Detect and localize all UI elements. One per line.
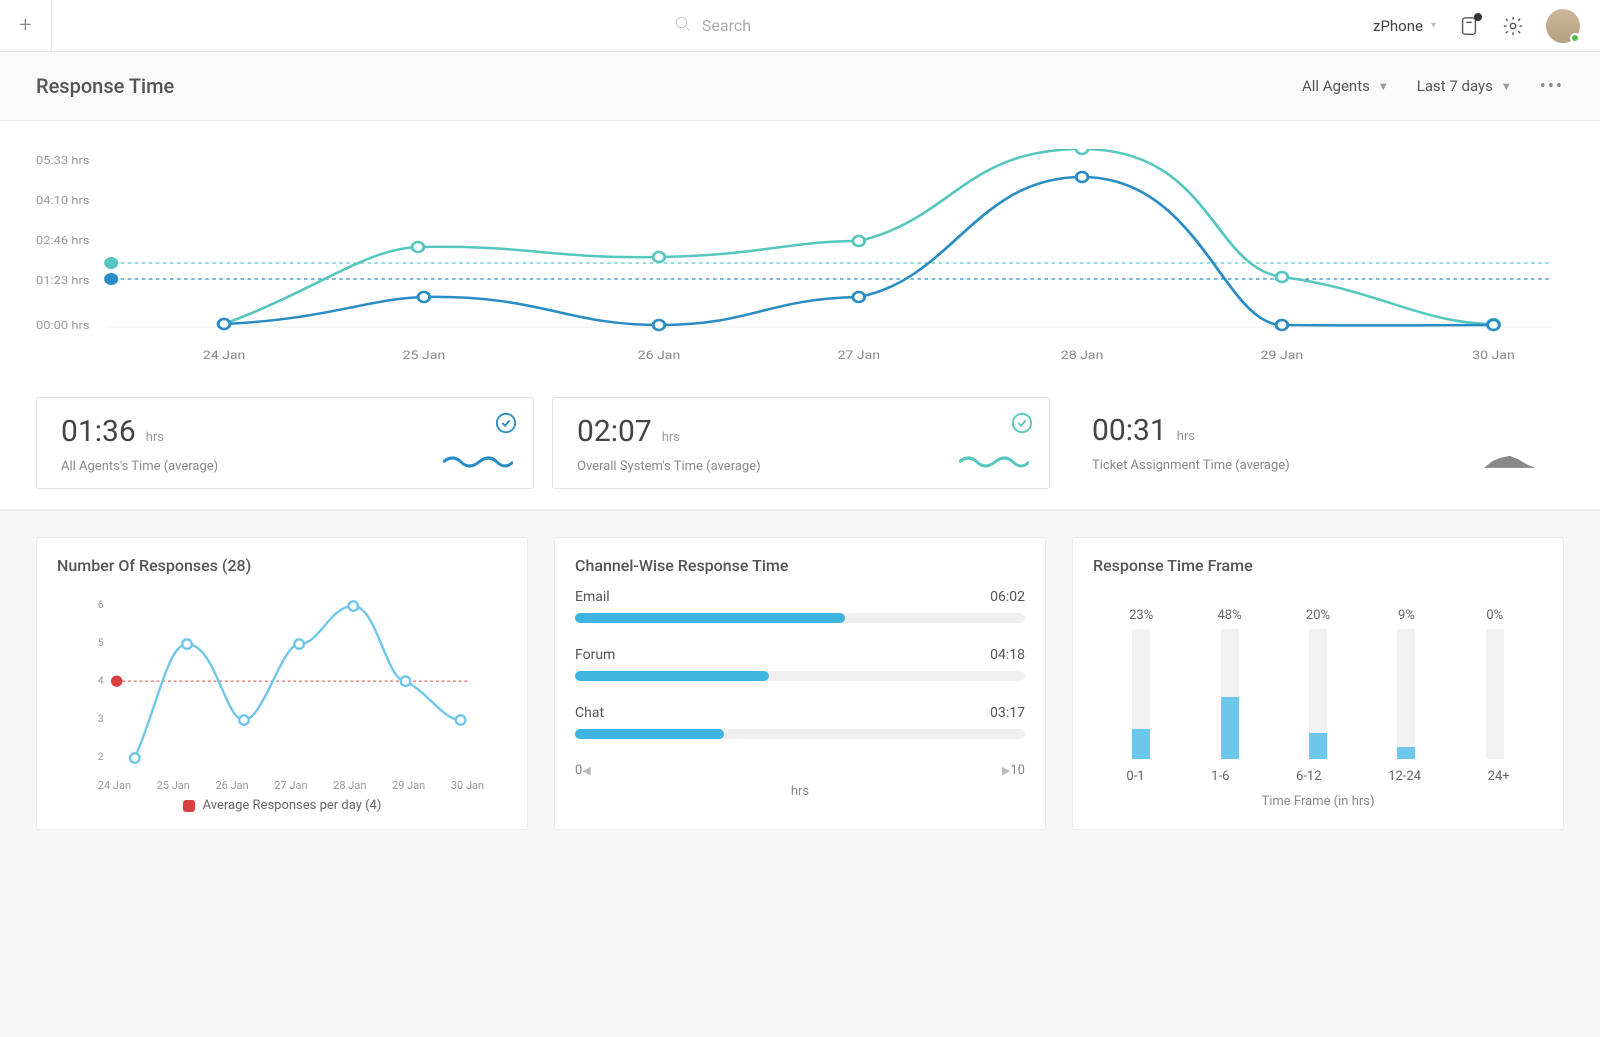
chevron-down-icon: ▾	[1431, 20, 1436, 31]
stat-label: Ticket Assignment Time (average)	[1092, 458, 1544, 473]
page-header: Response Time All Agents ▼ Last 7 days ▼…	[0, 52, 1600, 121]
channel-row: Chat 03:17	[575, 705, 1025, 739]
stat-card-system-time[interactable]: 02:07 hrs Overall System's Time (average…	[552, 397, 1050, 489]
search-icon	[674, 15, 692, 37]
new-button[interactable]: +	[0, 0, 52, 52]
stat-card-agent-time[interactable]: 01:36 hrs All Agents's Time (average)	[36, 397, 534, 489]
arrow-right-icon: ▶	[1002, 764, 1010, 777]
legend: Average Responses per day (4)	[57, 798, 507, 813]
notifications-button[interactable]	[1458, 15, 1480, 37]
notification-dot-icon	[1474, 13, 1482, 21]
svg-text:00:00 hrs: 00:00 hrs	[36, 319, 90, 332]
page-title: Response Time	[36, 74, 1274, 98]
svg-text:02:46 hrs: 02:46 hrs	[36, 234, 90, 247]
panel-title: Number Of Responses (28)	[57, 556, 507, 575]
app-name: zPhone	[1373, 17, 1423, 35]
response-time-chart-panel: 05:33 hrs 04:10 hrs 02:46 hrs 01:23 hrs …	[0, 121, 1600, 511]
bar-col: 20%	[1288, 608, 1348, 759]
stat-value: 00:31	[1092, 413, 1167, 448]
filter-agents[interactable]: All Agents ▼	[1302, 77, 1389, 95]
more-menu-button[interactable]: •••	[1540, 76, 1564, 97]
app-switcher[interactable]: zPhone ▾	[1373, 17, 1436, 35]
svg-text:6: 6	[98, 598, 104, 611]
panel-title: Response Time Frame	[1093, 556, 1543, 575]
panel-title: Channel-Wise Response Time	[575, 556, 1025, 575]
responses-line-chart: 6 5 4 3 2	[57, 589, 507, 779]
range-slider[interactable]: 0 ◀ ▶ 10	[575, 763, 1025, 778]
response-time-chart: 05:33 hrs 04:10 hrs 02:46 hrs 01:23 hrs …	[36, 149, 1564, 379]
svg-text:24 Jan: 24 Jan	[203, 349, 246, 363]
svg-text:26 Jan: 26 Jan	[638, 349, 681, 363]
bottom-panels: Number Of Responses (28) 6 5 4 3 2	[0, 511, 1600, 870]
bar-col: 23%	[1111, 608, 1171, 759]
svg-text:4: 4	[98, 674, 104, 687]
channel-row: Forum 04:18	[575, 647, 1025, 681]
bar-col: 48%	[1200, 608, 1260, 759]
svg-text:05:33 hrs: 05:33 hrs	[36, 154, 90, 167]
sparkline-icon	[443, 450, 513, 470]
svg-text:28 Jan: 28 Jan	[1061, 349, 1104, 363]
sparkline-icon	[959, 450, 1029, 470]
svg-text:27 Jan: 27 Jan	[837, 349, 880, 363]
svg-text:3: 3	[98, 712, 104, 725]
legend-dot-icon	[183, 800, 195, 812]
stat-card-assignment-time[interactable]: 00:31 hrs Ticket Assignment Time (averag…	[1068, 397, 1564, 489]
svg-text:2: 2	[98, 750, 104, 763]
topbar: + Search zPhone ▾	[0, 0, 1600, 52]
caret-down-icon: ▼	[1501, 80, 1512, 93]
check-circle-icon	[495, 412, 517, 434]
panel-number-of-responses: Number Of Responses (28) 6 5 4 3 2	[36, 537, 528, 830]
svg-text:29 Jan: 29 Jan	[1261, 349, 1304, 363]
stat-value: 02:07	[577, 414, 652, 449]
svg-text:30 Jan: 30 Jan	[1472, 349, 1515, 363]
area-spark-icon	[1484, 451, 1544, 471]
bar-col: 0%	[1465, 608, 1525, 759]
timeframe-bar-chart: 23% 48% 20% 9% 0%	[1093, 589, 1543, 759]
stats-row: 01:36 hrs All Agents's Time (average) 02…	[36, 397, 1564, 489]
channel-row: Email 06:02	[575, 589, 1025, 623]
panel-channel-response-time: Channel-Wise Response Time Email 06:02 F…	[554, 537, 1046, 830]
svg-text:01:23 hrs: 01:23 hrs	[36, 274, 90, 287]
search-placeholder: Search	[702, 16, 751, 35]
svg-text:04:10 hrs: 04:10 hrs	[36, 194, 90, 207]
filter-range[interactable]: Last 7 days ▼	[1417, 77, 1512, 95]
svg-text:25 Jan: 25 Jan	[403, 349, 446, 363]
global-search[interactable]: Search	[52, 15, 1373, 37]
user-avatar[interactable]	[1546, 9, 1580, 43]
stat-value: 01:36	[61, 414, 136, 449]
settings-button[interactable]	[1502, 15, 1524, 37]
bar-col: 9%	[1376, 608, 1436, 759]
caret-down-icon: ▼	[1378, 80, 1389, 93]
arrow-left-icon: ◀	[582, 764, 590, 777]
svg-text:5: 5	[98, 636, 104, 649]
check-circle-icon	[1011, 412, 1033, 434]
panel-response-time-frame: Response Time Frame 23% 48% 20% 9% 0%	[1072, 537, 1564, 830]
presence-indicator-icon	[1570, 33, 1580, 43]
